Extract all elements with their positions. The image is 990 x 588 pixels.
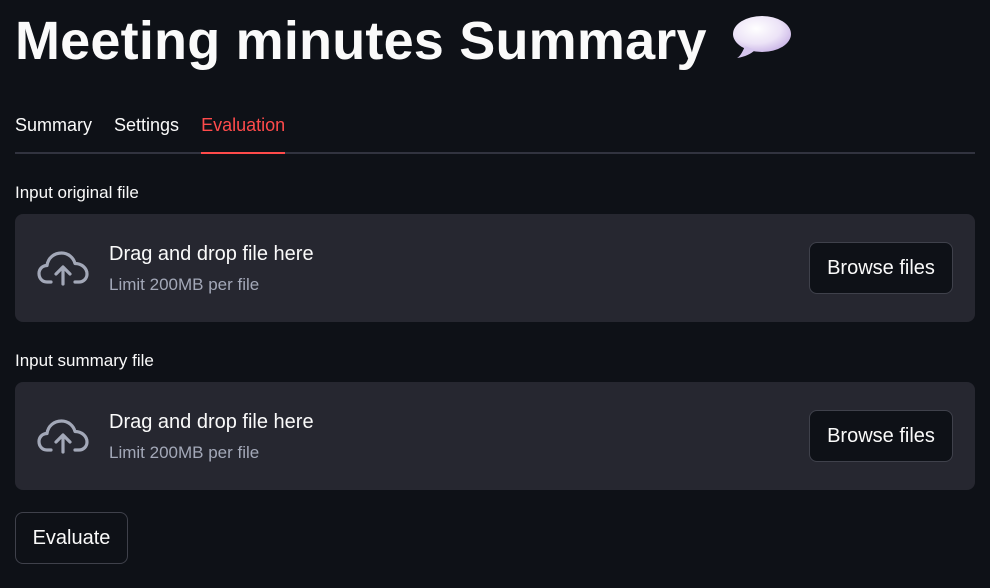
- tab-summary[interactable]: Summary: [15, 115, 92, 152]
- browse-files-button-original[interactable]: Browse files: [809, 242, 953, 294]
- summary-file-label: Input summary file: [15, 351, 154, 370]
- evaluate-button[interactable]: Evaluate: [15, 512, 128, 564]
- tab-evaluation[interactable]: Evaluation: [201, 115, 286, 154]
- original-file-label: Input original file: [15, 183, 139, 202]
- drop-instruction: Drag and drop file here: [109, 243, 314, 265]
- speech-balloon-icon: [731, 14, 793, 60]
- summary-file-dropzone[interactable]: Drag and drop file here Limit 200MB per …: [15, 382, 975, 490]
- app-page: Meeting minutes Summary Summary Settings…: [0, 0, 990, 588]
- dropzone-text: Drag and drop file here Limit 200MB per …: [109, 241, 809, 295]
- dropzone-text: Drag and drop file here Limit 200MB per …: [109, 409, 809, 463]
- cloud-upload-icon: [37, 419, 89, 454]
- cloud-upload-icon: [37, 251, 89, 286]
- original-file-dropzone[interactable]: Drag and drop file here Limit 200MB per …: [15, 214, 975, 322]
- file-size-limit: Limit 200MB per file: [109, 275, 260, 294]
- page-title: Meeting minutes Summary: [15, 11, 707, 71]
- browse-files-button-summary[interactable]: Browse files: [809, 410, 953, 462]
- tab-settings[interactable]: Settings: [114, 115, 179, 152]
- drop-instruction: Drag and drop file here: [109, 411, 314, 433]
- header: Meeting minutes Summary: [15, 0, 975, 82]
- file-size-limit: Limit 200MB per file: [109, 443, 260, 462]
- tab-bar: Summary Settings Evaluation: [15, 82, 975, 154]
